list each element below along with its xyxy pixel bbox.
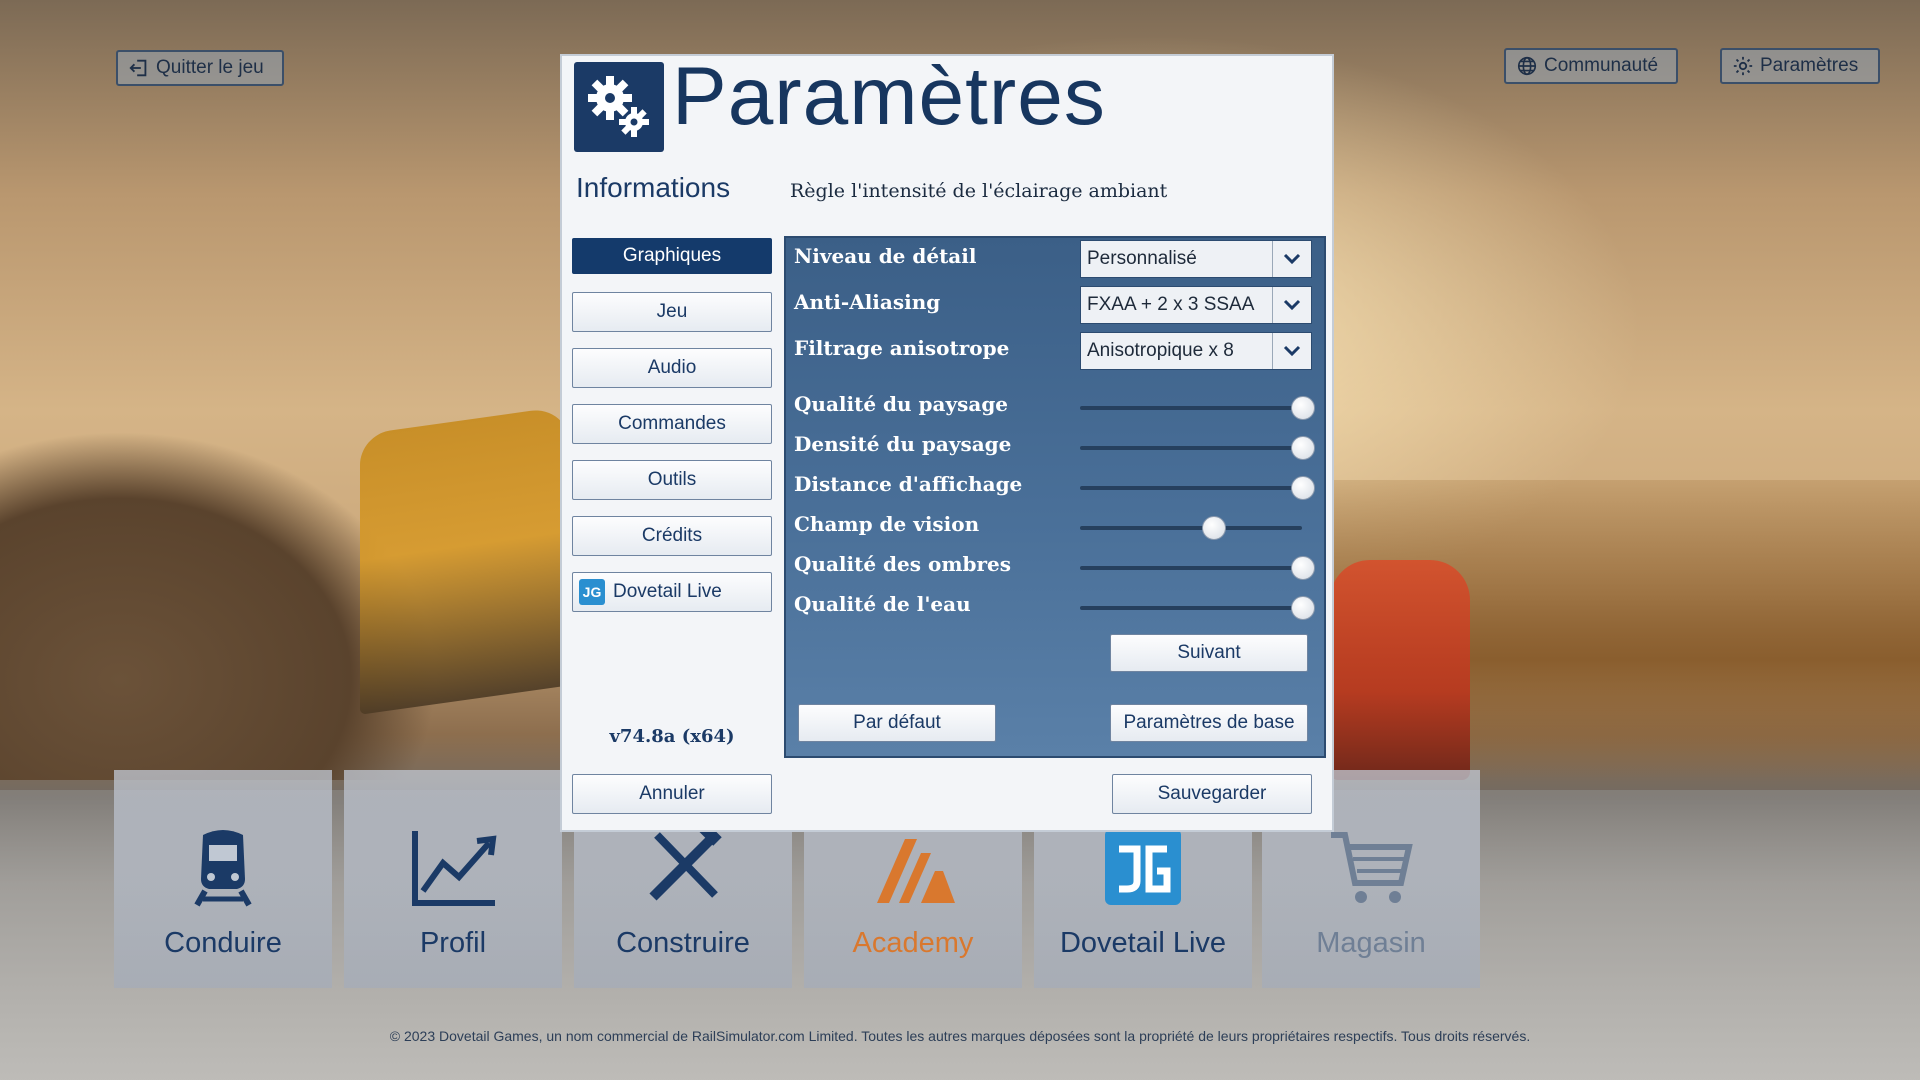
community-label: Communauté	[1544, 55, 1659, 76]
chart-line-icon	[412, 831, 497, 906]
dovetail-live-icon	[1105, 829, 1181, 905]
anisotropic-filter-dropdown[interactable]: Anisotropique x 8	[1080, 332, 1312, 370]
tab-audio-label: Audio	[647, 357, 697, 378]
tab-tools[interactable]: Outils	[572, 460, 772, 500]
shadow-quality-label: Qualité des ombres	[794, 552, 1011, 576]
chevron-down-icon	[1272, 241, 1311, 277]
slider-track	[1080, 406, 1302, 410]
basic-settings-label: Paramètres de base	[1123, 712, 1295, 733]
cancel-button[interactable]: Annuler	[572, 774, 772, 814]
landscape-density-slider[interactable]	[1080, 436, 1315, 460]
slider-knob[interactable]	[1291, 436, 1315, 460]
tab-controls[interactable]: Commandes	[572, 404, 772, 444]
anisotropic-filter-label: Filtrage anisotrope	[794, 336, 1010, 360]
exit-icon	[129, 59, 147, 77]
tile-store-label: Magasin	[1316, 927, 1426, 959]
slider-knob[interactable]	[1291, 396, 1315, 420]
view-distance-slider[interactable]	[1080, 476, 1315, 500]
tile-profile-label: Profil	[419, 927, 487, 959]
slider-knob[interactable]	[1291, 596, 1315, 620]
copyright-footer: © 2023 Dovetail Games, un nom commercial…	[389, 1028, 1531, 1044]
tab-tools-label: Outils	[647, 469, 697, 490]
tile-dovetail-live-label: Dovetail Live	[1059, 927, 1227, 959]
chevron-down-icon	[1272, 287, 1311, 323]
field-of-view-slider[interactable]	[1080, 516, 1302, 540]
background-train-right	[1330, 560, 1470, 780]
field-of-view-label: Champ de vision	[794, 512, 980, 536]
anti-aliasing-label: Anti-Aliasing	[794, 290, 941, 314]
dialog-title: Paramètres	[672, 51, 1106, 142]
landscape-density-label: Densité du paysage	[794, 432, 1012, 456]
detail-level-label: Niveau de détail	[794, 244, 977, 268]
slider-track	[1080, 446, 1302, 450]
slider-knob[interactable]	[1202, 516, 1227, 540]
graphics-panel: Niveau de détail Personnalisé Anti-Alias…	[784, 236, 1326, 758]
dovetail-live-small-icon: JG	[579, 579, 605, 605]
gear-icon	[1733, 56, 1753, 76]
default-button[interactable]: Par défaut	[798, 704, 996, 742]
basic-settings-button[interactable]: Paramètres de base	[1110, 704, 1308, 742]
tab-dovetail-live[interactable]: JG Dovetail Live	[572, 572, 772, 612]
landscape-quality-slider[interactable]	[1080, 396, 1315, 420]
settings-gears-icon	[574, 62, 664, 152]
tab-dovetail-live-label: Dovetail Live	[613, 581, 722, 602]
globe-icon	[1517, 56, 1537, 76]
tab-audio[interactable]: Audio	[572, 348, 772, 388]
settings-button[interactable]: Paramètres	[1720, 48, 1880, 84]
save-label: Sauvegarder	[1157, 783, 1267, 804]
detail-level-dropdown[interactable]: Personnalisé	[1080, 240, 1312, 278]
save-button[interactable]: Sauvegarder	[1112, 774, 1312, 814]
academy-icon	[877, 839, 955, 903]
landscape-quality-label: Qualité du paysage	[794, 392, 1009, 416]
quit-game-label: Quitter le jeu	[156, 57, 264, 78]
next-button[interactable]: Suivant	[1110, 634, 1308, 672]
tab-game-label: Jeu	[656, 301, 688, 322]
anti-aliasing-value: FXAA + 2 x 3 SSAA	[1087, 294, 1255, 315]
shadow-quality-slider[interactable]	[1080, 556, 1315, 580]
slider-knob[interactable]	[1291, 556, 1315, 580]
tab-credits[interactable]: Crédits	[572, 516, 772, 556]
tab-game[interactable]: Jeu	[572, 292, 772, 332]
default-label: Par défaut	[853, 712, 941, 733]
water-quality-label: Qualité de l'eau	[794, 592, 971, 616]
settings-label: Paramètres	[1760, 55, 1859, 76]
tools-icon	[649, 820, 722, 901]
tab-controls-label: Commandes	[618, 413, 726, 434]
anti-aliasing-dropdown[interactable]: FXAA + 2 x 3 SSAA	[1080, 286, 1312, 324]
next-label: Suivant	[1177, 642, 1241, 663]
tile-build-label: Construire	[616, 927, 750, 959]
community-button[interactable]: Communauté	[1504, 48, 1678, 84]
info-description: Règle l'intensité de l'éclairage ambiant	[790, 180, 1168, 202]
tile-drive[interactable]: Conduire	[114, 770, 332, 988]
tile-profile[interactable]: Profil	[344, 770, 562, 988]
slider-track	[1080, 526, 1302, 530]
tile-drive-label: Conduire	[164, 927, 282, 959]
view-distance-label: Distance d'affichage	[794, 472, 1023, 496]
anisotropic-filter-value: Anisotropique x 8	[1087, 340, 1234, 361]
slider-track	[1080, 606, 1302, 610]
tab-credits-label: Crédits	[641, 525, 703, 546]
tab-graphics-label: Graphiques	[622, 245, 722, 266]
tile-academy-label: Academy	[852, 927, 974, 959]
tab-graphics[interactable]: Graphiques	[572, 238, 772, 274]
detail-level-value: Personnalisé	[1087, 248, 1197, 269]
cancel-label: Annuler	[639, 783, 705, 804]
background-train-left	[360, 405, 570, 715]
train-icon	[194, 830, 252, 907]
version-label: v74.8a (x64)	[609, 726, 735, 747]
cart-icon	[1331, 832, 1413, 903]
slider-track	[1080, 486, 1302, 490]
quit-game-button[interactable]: Quitter le jeu	[116, 50, 284, 86]
info-label: Informations	[576, 172, 731, 203]
water-quality-slider[interactable]	[1080, 596, 1315, 620]
slider-track	[1080, 566, 1302, 570]
settings-dialog: Paramètres Informations Règle l'intensit…	[560, 51, 1334, 832]
chevron-down-icon	[1272, 333, 1311, 369]
slider-knob[interactable]	[1291, 476, 1315, 500]
